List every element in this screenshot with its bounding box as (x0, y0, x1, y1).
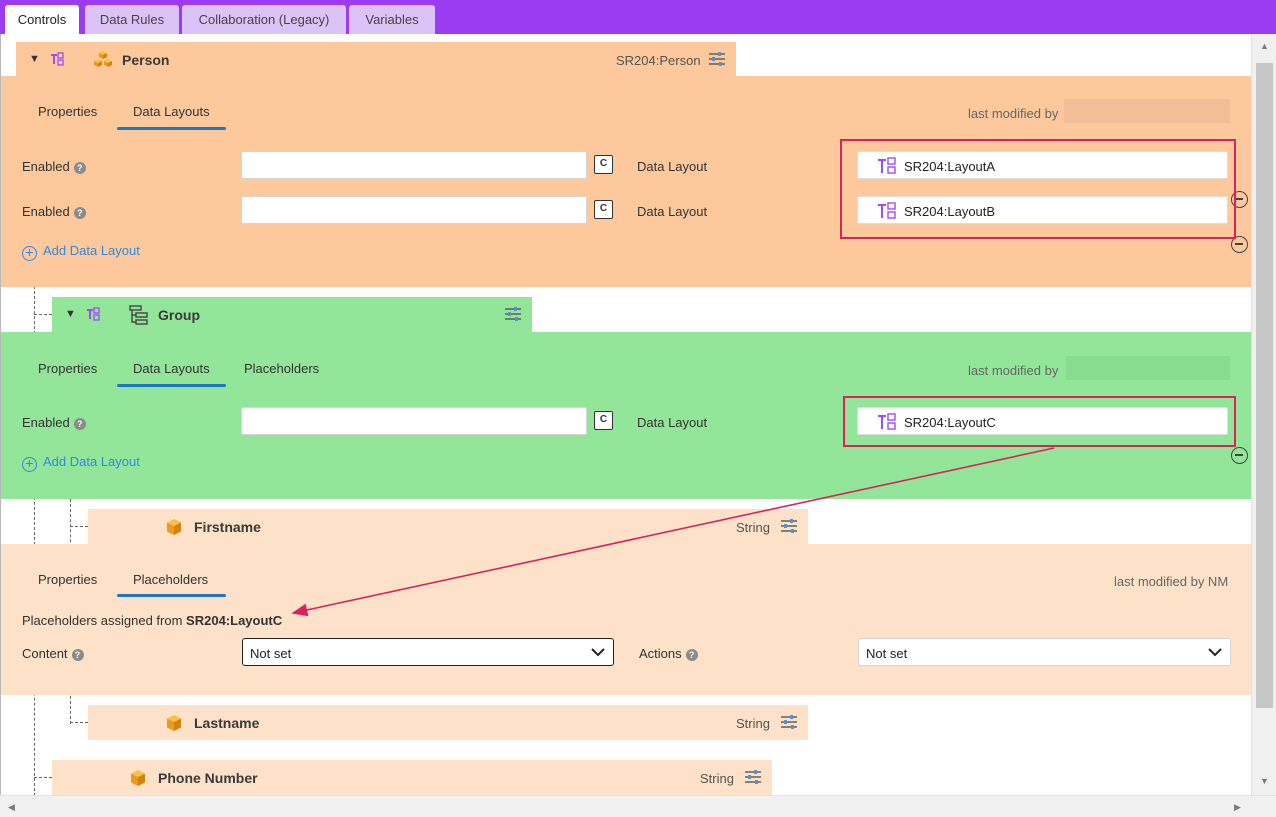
tab-data-rules[interactable]: Data Rules (85, 5, 179, 34)
tab-variables[interactable]: Variables (349, 5, 435, 34)
vertical-scrollbar[interactable]: ▲ ▼ (1251, 34, 1276, 795)
scrollbar-thumb[interactable] (1256, 63, 1273, 708)
scroll-down-icon[interactable]: ▼ (1260, 775, 1269, 787)
top-tab-bar: Controls Data Rules Collaboration (Legac… (0, 0, 1276, 34)
horizontal-scrollbar[interactable]: ◀ ▶ (0, 795, 1276, 817)
scroll-up-icon[interactable]: ▲ (1260, 40, 1269, 52)
scroll-left-icon[interactable]: ◀ (8, 801, 15, 813)
controls-tree-viewport: ▼ Person SR204:Person Properties Data La… (0, 34, 1251, 795)
annotation-arrow (291, 447, 1055, 617)
scroll-right-icon[interactable]: ▶ (1234, 801, 1241, 813)
tab-collaboration-legacy[interactable]: Collaboration (Legacy) (182, 5, 346, 34)
tab-controls[interactable]: Controls (5, 5, 79, 34)
